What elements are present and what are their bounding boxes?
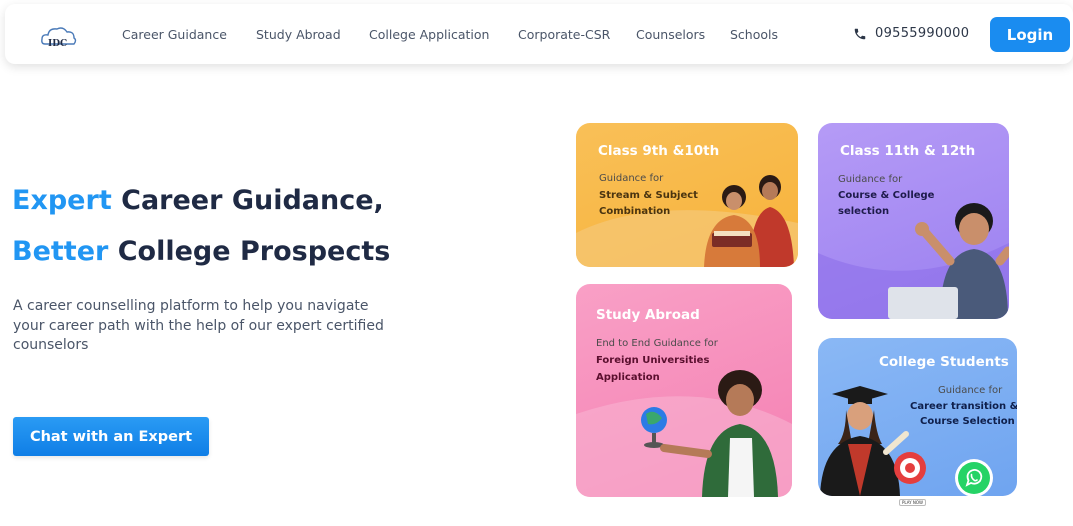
hero-headline-line2: Better College Prospects <box>12 236 390 267</box>
card-highlight-1: Stream & Subject <box>599 190 698 201</box>
card-highlight-1: Foreign Universities <box>596 355 710 366</box>
card-title: College Students <box>879 354 1009 370</box>
card-subtitle: Guidance for <box>838 174 903 185</box>
headline-accent-expert: Expert <box>12 185 112 216</box>
nav-schools[interactable]: Schools <box>730 27 778 42</box>
card-class-11-12[interactable]: Class 11th & 12th Guidance for Course & … <box>818 123 1009 319</box>
headline-text-2: College Prospects <box>108 236 391 267</box>
phone-icon <box>854 28 866 39</box>
card-title: Class 11th & 12th <box>840 143 976 159</box>
top-navbar: IDC Career Guidance Study Abroad College… <box>5 4 1073 64</box>
play-now-badge[interactable]: PLAY NOW <box>899 499 926 506</box>
nav-counselors[interactable]: Counselors <box>636 27 705 42</box>
card-title: Study Abroad <box>596 307 700 323</box>
nav-college-application[interactable]: College Application <box>369 27 489 42</box>
svg-text:IDC: IDC <box>48 39 67 49</box>
card-subtitle: End to End Guidance for <box>596 338 718 349</box>
graduate-student-image <box>820 386 926 496</box>
students-reading-image <box>704 175 794 267</box>
excited-student-image <box>888 203 1009 319</box>
login-button[interactable]: Login <box>990 17 1070 52</box>
phone-contact[interactable]: 09555990000 <box>853 26 969 41</box>
card-highlight-2: Combination <box>599 206 671 217</box>
phone-number: 09555990000 <box>875 26 970 41</box>
card-highlight-1: Course & College <box>838 190 935 201</box>
hero-headline-line1: Expert Career Guidance, <box>12 185 384 216</box>
nav-career-guidance[interactable]: Career Guidance <box>122 27 227 42</box>
nav-study-abroad[interactable]: Study Abroad <box>256 27 341 42</box>
hero-subtext: A career counselling platform to help yo… <box>13 298 384 353</box>
card-study-abroad[interactable]: Study Abroad End to End Guidance for For… <box>576 284 792 497</box>
card-subtitle: Guidance for <box>599 173 664 184</box>
whatsapp-icon[interactable] <box>953 457 995 499</box>
card-title: Class 9th &10th <box>598 143 720 159</box>
card-highlight-2: selection <box>838 206 890 217</box>
headline-accent-better: Better <box>12 236 109 267</box>
nav-corporate-csr[interactable]: Corporate-CSR <box>518 27 610 42</box>
chat-with-expert-button[interactable]: Chat with an Expert <box>13 417 209 456</box>
card-class-9-10[interactable]: Class 9th &10th Guidance for Stream & Su… <box>576 123 798 267</box>
idc-logo-icon[interactable]: IDC <box>39 24 79 52</box>
student-with-globe-image <box>641 370 778 497</box>
headline-text-1: Career Guidance, <box>111 185 384 216</box>
